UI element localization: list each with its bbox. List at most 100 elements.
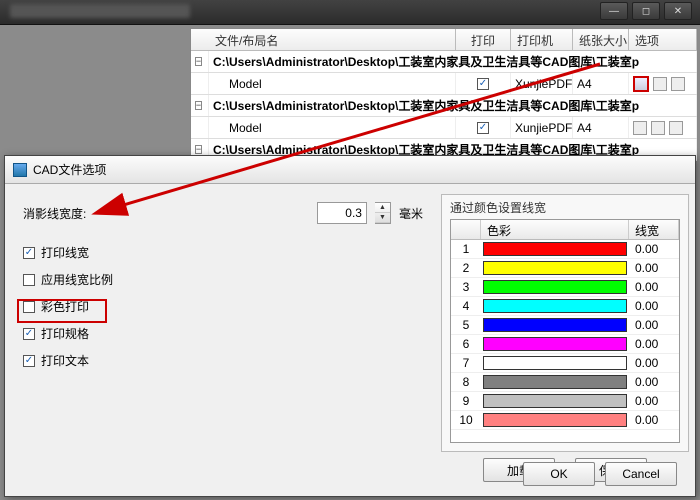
dialog-title: CAD文件选项 <box>33 161 106 178</box>
path-cell: C:\Users\Administrator\Desktop\工装室内家具及卫生… <box>209 95 697 116</box>
option-label: 打印规格 <box>41 325 89 342</box>
tree-collapse-icon[interactable]: − <box>195 101 202 110</box>
printer-cell[interactable]: XunjiePDF <box>511 117 573 138</box>
layout-options-icon[interactable] <box>633 76 649 92</box>
col-options[interactable]: 选项 <box>629 29 697 50</box>
color-swatch[interactable] <box>483 375 627 389</box>
color-row[interactable]: 1 0.00 <box>451 240 679 259</box>
color-row[interactable]: 3 0.00 <box>451 278 679 297</box>
option-checkbox-4[interactable]: ✓ <box>23 355 35 367</box>
lineweight-value[interactable]: 0.00 <box>629 356 679 370</box>
hide-line-input[interactable] <box>317 202 367 224</box>
print-checkbox[interactable]: ✓ <box>477 122 489 134</box>
lineweight-value[interactable]: 0.00 <box>629 280 679 294</box>
color-swatch[interactable] <box>483 242 627 256</box>
color-index: 3 <box>451 280 481 294</box>
color-panel-title: 通过颜色设置线宽 <box>442 195 688 220</box>
color-swatch[interactable] <box>483 318 627 332</box>
annotation-highlight-box <box>17 299 107 323</box>
color-row[interactable]: 4 0.00 <box>451 297 679 316</box>
option-checkbox-3[interactable]: ✓ <box>23 328 35 340</box>
lineweight-value[interactable]: 0.00 <box>629 413 679 427</box>
color-swatch[interactable] <box>483 413 627 427</box>
color-swatch[interactable] <box>483 337 627 351</box>
grid-path-row[interactable]: − C:\Users\Administrator\Desktop\工装室内家具及… <box>191 95 697 117</box>
dialog-icon <box>13 163 27 177</box>
page-setup-icon[interactable] <box>653 77 667 91</box>
color-row[interactable]: 6 0.00 <box>451 335 679 354</box>
color-swatch[interactable] <box>483 280 627 294</box>
size-cell[interactable]: A4 <box>573 117 629 138</box>
lineweight-value[interactable]: 0.00 <box>629 337 679 351</box>
print-checkbox[interactable]: ✓ <box>477 78 489 90</box>
preview-icon[interactable] <box>671 77 685 91</box>
tree-collapse-icon[interactable]: − <box>195 145 202 154</box>
path-cell: C:\Users\Administrator\Desktop\工装室内家具及卫生… <box>209 51 697 72</box>
lineweight-value[interactable]: 0.00 <box>629 375 679 389</box>
option-label: 打印线宽 <box>41 244 89 261</box>
color-row[interactable]: 8 0.00 <box>451 373 679 392</box>
color-index: 9 <box>451 394 481 408</box>
color-row[interactable]: 10 0.00 <box>451 411 679 430</box>
col-color[interactable]: 色彩 <box>481 220 629 239</box>
layout-options-icon[interactable] <box>633 121 647 135</box>
lineweight-value[interactable]: 0.00 <box>629 318 679 332</box>
file-layout-grid: 文件/布局名 打印 打印机 纸张大小 选项 − C:\Users\Adminis… <box>190 28 698 158</box>
page-setup-icon[interactable] <box>651 121 665 135</box>
option-label: 应用线宽比例 <box>41 271 113 288</box>
hide-line-spinner[interactable]: ▲▼ <box>375 202 391 224</box>
option-checkbox-0[interactable]: ✓ <box>23 247 35 259</box>
col-size[interactable]: 纸张大小 <box>573 29 629 50</box>
dialog-titlebar[interactable]: CAD文件选项 <box>5 156 695 184</box>
lineweight-value[interactable]: 0.00 <box>629 394 679 408</box>
color-swatch[interactable] <box>483 356 627 370</box>
color-row[interactable]: 5 0.00 <box>451 316 679 335</box>
minimize-button[interactable]: — <box>600 2 628 20</box>
hide-line-label: 消影线宽度: <box>23 205 203 222</box>
grid-model-row[interactable]: Model ✓ XunjiePDF A4 <box>191 73 697 95</box>
color-row[interactable]: 7 0.00 <box>451 354 679 373</box>
color-index: 6 <box>451 337 481 351</box>
option-row: ✓ 打印线宽 <box>23 244 423 261</box>
col-name[interactable]: 文件/布局名 <box>209 29 456 50</box>
col-lineweight[interactable]: 线宽 <box>629 220 679 239</box>
preview-icon[interactable] <box>669 121 683 135</box>
color-index: 4 <box>451 299 481 313</box>
lineweight-value[interactable]: 0.00 <box>629 261 679 275</box>
color-row[interactable]: 2 0.00 <box>451 259 679 278</box>
color-grid: 色彩 线宽 1 0.00 2 0.00 3 0.00 4 0.00 5 0.00… <box>450 219 680 443</box>
model-name: Model <box>209 73 456 94</box>
cancel-button[interactable]: Cancel <box>605 462 677 486</box>
close-button[interactable]: ✕ <box>664 2 692 20</box>
size-cell[interactable]: A4 <box>573 73 629 94</box>
printer-cell[interactable]: XunjiePDF <box>511 73 573 94</box>
color-index: 7 <box>451 356 481 370</box>
lineweight-value[interactable]: 0.00 <box>629 242 679 256</box>
cad-options-dialog: CAD文件选项 消影线宽度: ▲▼ 毫米 ✓ 打印线宽 应用线宽比例 彩色打印 … <box>4 155 696 497</box>
col-print[interactable]: 打印 <box>456 29 511 50</box>
option-row: ✓ 打印文本 <box>23 352 423 369</box>
color-lineweight-panel: 通过颜色设置线宽 色彩 线宽 1 0.00 2 0.00 3 0.00 4 0.… <box>441 194 689 452</box>
grid-path-row[interactable]: − C:\Users\Administrator\Desktop\工装室内家具及… <box>191 51 697 73</box>
col-printer[interactable]: 打印机 <box>511 29 573 50</box>
color-swatch[interactable] <box>483 261 627 275</box>
option-row: ✓ 打印规格 <box>23 325 423 342</box>
title-blurred <box>10 4 190 18</box>
color-index: 8 <box>451 375 481 389</box>
option-row: 应用线宽比例 <box>23 271 423 288</box>
grid-header: 文件/布局名 打印 打印机 纸张大小 选项 <box>191 29 697 51</box>
model-name: Model <box>209 117 456 138</box>
ok-button[interactable]: OK <box>523 462 595 486</box>
color-swatch[interactable] <box>483 394 627 408</box>
option-checkbox-1[interactable] <box>23 274 35 286</box>
grid-model-row[interactable]: Model ✓ XunjiePDF A4 <box>191 117 697 139</box>
option-label: 打印文本 <box>41 352 89 369</box>
color-swatch[interactable] <box>483 299 627 313</box>
maximize-button[interactable]: ◻ <box>632 2 660 20</box>
color-index: 5 <box>451 318 481 332</box>
color-row[interactable]: 9 0.00 <box>451 392 679 411</box>
tree-collapse-icon[interactable]: − <box>195 57 202 66</box>
hide-line-unit: 毫米 <box>399 205 423 222</box>
lineweight-value[interactable]: 0.00 <box>629 299 679 313</box>
color-index: 2 <box>451 261 481 275</box>
